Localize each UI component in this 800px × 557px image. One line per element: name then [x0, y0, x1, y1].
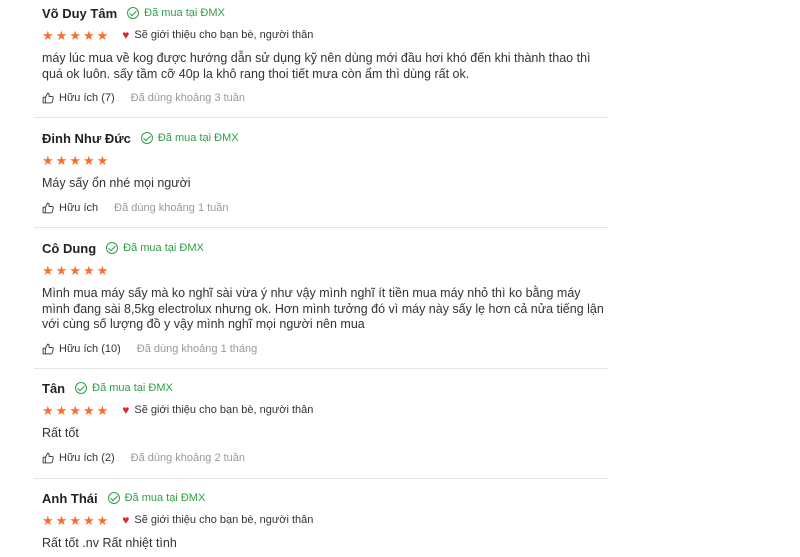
star-icon: ★ — [96, 152, 109, 168]
check-circle-icon — [140, 132, 153, 144]
thumbs-up-icon — [42, 452, 54, 463]
star-rating: ★ ★ ★ ★ ★ — [42, 154, 108, 167]
star-rating: ★ ★ ★ ★ ★ — [42, 404, 108, 417]
check-circle-icon — [106, 242, 119, 254]
reviewer-name: Cô Dung — [42, 240, 97, 256]
helpful-label: Hữu ích — [59, 201, 99, 214]
star-icon: ★ — [82, 402, 95, 418]
star-icon: ★ — [55, 27, 68, 43]
review-content: máy lúc mua về kog được hướng dẫn sử dụn… — [42, 51, 591, 81]
review-item: Anh Thái Đã mua tại ĐMX ★ ★ ★ ★ ★ ♥ Sẽ g… — [42, 488, 608, 552]
star-icon: ★ — [96, 402, 109, 418]
star-icon: ★ — [96, 512, 109, 528]
star-icon: ★ — [82, 27, 95, 43]
star-icon: ★ — [42, 27, 54, 43]
reviewer-name: Võ Duy Tâm — [42, 5, 118, 21]
helpful-button[interactable]: Hữu ích (2) — [42, 452, 115, 464]
star-icon: ★ — [69, 402, 81, 418]
check-circle-icon — [127, 7, 140, 19]
recommend-note: ♥ Sẽ giới thiệu cho bạn bè, người thân — [122, 29, 313, 41]
reviewer-name: Đinh Như Đức — [42, 130, 131, 146]
thumbs-up-icon — [42, 92, 54, 104]
thumbs-up-icon — [42, 202, 54, 213]
helpful-button[interactable]: Hữu ích (7) — [42, 92, 115, 104]
purchase-label: Đã mua tại ĐMX — [92, 382, 173, 394]
star-rating: ★ ★ ★ ★ ★ — [42, 264, 108, 277]
heart-icon: ♥ — [122, 28, 130, 42]
purchase-badge: Đã mua tại ĐMX — [75, 382, 173, 394]
star-icon: ★ — [82, 152, 95, 168]
star-icon: ★ — [55, 152, 68, 168]
heart-icon: ♥ — [122, 403, 130, 417]
star-rating: ★ ★ ★ ★ ★ — [42, 29, 108, 42]
usage-duration: Đã dùng khoảng 2 tuần — [130, 451, 246, 464]
star-icon: ★ — [42, 402, 54, 418]
usage-duration: Đã dùng khoảng 1 tuần — [114, 201, 229, 214]
check-circle-icon — [75, 382, 88, 394]
review-content: Mình mua máy sấy mà ko nghĩ sài vừa ý nh… — [42, 286, 604, 331]
helpful-label: Hữu ích (7) — [59, 92, 115, 104]
reviewer-name: Tân — [42, 380, 66, 396]
review-content: Máy sấy ổn nhé mọi người — [42, 176, 191, 190]
recommend-label: Sẽ giới thiệu cho bạn bè, người thân — [134, 404, 314, 416]
review-item: Tân Đã mua tại ĐMX ★ ★ ★ ★ ★ ♥ Sẽ giới t… — [42, 378, 608, 464]
purchase-badge: Đã mua tại ĐMX — [127, 7, 225, 19]
purchase-badge: Đã mua tại ĐMX — [107, 492, 206, 504]
purchase-label: Đã mua tại ĐMX — [144, 7, 225, 19]
divider — [34, 368, 608, 369]
recommend-label: Sẽ giới thiệu cho bạn bè, người thân — [134, 514, 314, 526]
star-icon: ★ — [42, 262, 54, 278]
usage-duration: Đã dùng khoảng 1 tháng — [136, 342, 258, 355]
review-content: Rất tốt — [42, 426, 79, 440]
star-icon: ★ — [96, 262, 109, 278]
review-item: Cô Dung Đã mua tại ĐMX ★ ★ ★ ★ ★ Mình mu… — [42, 238, 608, 355]
usage-duration: Đã dùng khoảng 3 tuần — [130, 92, 246, 104]
helpful-button[interactable]: Hữu ích (10) — [42, 343, 121, 355]
star-icon: ★ — [42, 152, 54, 168]
star-icon: ★ — [69, 27, 81, 43]
star-icon: ★ — [55, 262, 68, 278]
star-icon: ★ — [55, 402, 68, 418]
divider — [34, 227, 608, 228]
divider — [34, 478, 608, 479]
purchase-label: Đã mua tại ĐMX — [123, 242, 204, 254]
recommend-label: Sẽ giới thiệu cho bạn bè, người thân — [134, 29, 314, 41]
heart-icon: ♥ — [122, 513, 130, 527]
helpful-label: Hữu ích (10) — [59, 342, 121, 355]
recommend-note: ♥ Sẽ giới thiệu cho bạn bè, người thân — [122, 404, 313, 416]
divider — [34, 117, 608, 118]
purchase-label: Đã mua tại ĐMX — [157, 132, 239, 144]
star-rating: ★ ★ ★ ★ ★ — [42, 514, 108, 527]
reviewer-name: Anh Thái — [42, 490, 98, 506]
star-icon: ★ — [55, 512, 68, 528]
review-content: Rất tốt .nv Rất nhiệt tình — [42, 536, 177, 550]
helpful-label: Hữu ích (2) — [59, 451, 115, 464]
star-icon: ★ — [42, 512, 54, 528]
review-item: Đinh Như Đức Đã mua tại ĐMX ★ ★ ★ ★ ★ Má… — [42, 128, 608, 214]
star-icon: ★ — [82, 512, 95, 528]
helpful-button[interactable]: Hữu ích — [42, 202, 98, 214]
purchase-badge: Đã mua tại ĐMX — [106, 242, 204, 254]
star-icon: ★ — [69, 262, 81, 278]
purchase-badge: Đã mua tại ĐMX — [140, 132, 239, 144]
star-icon: ★ — [82, 262, 95, 278]
purchase-label: Đã mua tại ĐMX — [124, 492, 206, 504]
check-circle-icon — [107, 492, 120, 504]
recommend-note: ♥ Sẽ giới thiệu cho bạn bè, người thân — [122, 514, 313, 526]
star-icon: ★ — [69, 512, 81, 528]
star-icon: ★ — [69, 152, 81, 168]
thumbs-up-icon — [42, 343, 54, 354]
review-item: Võ Duy Tâm Đã mua tại ĐMX ★ ★ ★ ★ ★ ♥ Sẽ… — [42, 3, 608, 105]
star-icon: ★ — [96, 27, 109, 43]
